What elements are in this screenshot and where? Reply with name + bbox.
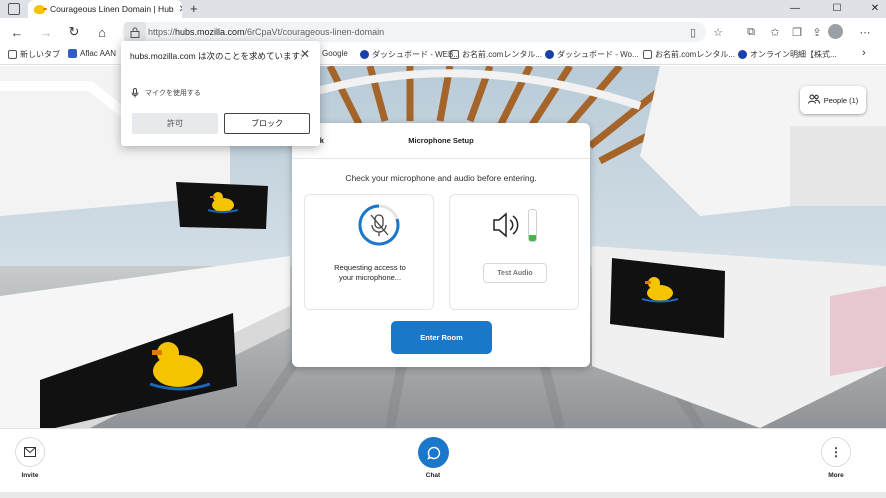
invite-label: Invite [21, 472, 39, 479]
duck-favicon-icon [34, 4, 47, 14]
chat-button[interactable] [418, 437, 449, 468]
url-prefix: https:// [148, 27, 176, 37]
bookmark-item[interactable]: ダッシュボード - Wo... [545, 49, 639, 60]
people-button[interactable]: People (1) [800, 86, 866, 114]
url-path: /6rCpaVt/courageous-linen-domain [244, 27, 385, 37]
microphone-pane: Requesting access to your microphone... [304, 194, 434, 310]
tab-actions-icon[interactable] [8, 3, 20, 15]
minimize-button[interactable]: — [786, 0, 804, 16]
audio-level-meter [528, 209, 537, 242]
invite-button[interactable] [15, 437, 45, 467]
envelope-icon [24, 447, 36, 457]
setup-prompt: Check your microphone and audio before e… [345, 173, 537, 183]
tab-strip: Courageous Linen Domain | Hub ✕ + — ☐ ✕ [0, 0, 886, 18]
mic-permission-popup: hubs.mozilla.com は次のことを求めています: ✕ マイクを使用す… [121, 41, 320, 146]
close-icon[interactable]: ✕ [300, 47, 310, 61]
microphone-setup-modal: Microphone Setup Back Check your microph… [292, 123, 590, 367]
microphone-icon [131, 88, 139, 98]
home-icon[interactable]: ⌂ [93, 23, 111, 41]
page-icon [8, 50, 17, 59]
permission-title: hubs.mozilla.com は次のことを求めています: [130, 51, 303, 61]
bank-icon [738, 50, 747, 59]
tab-title: Courageous Linen Domain | Hub [50, 4, 174, 14]
browser-tab[interactable]: Courageous Linen Domain | Hub ✕ [28, 0, 182, 18]
block-button[interactable]: ブロック [224, 113, 310, 134]
aflac-icon [68, 49, 77, 58]
more-vertical-icon: ⋮ [830, 445, 842, 459]
chat-label: Chat [425, 472, 441, 479]
microphone-muted-icon [358, 204, 400, 246]
tab-close-icon[interactable]: ✕ [179, 4, 182, 15]
bookmark-item[interactable]: Google [322, 49, 348, 58]
reader-mode-icon[interactable]: ▯ [684, 23, 702, 41]
speaker-icon [493, 212, 519, 238]
bookmark-item[interactable]: 新しいタブ [8, 49, 60, 60]
people-label: People (1) [823, 95, 859, 105]
favorites-icon[interactable]: ✩ [766, 23, 784, 41]
bookmark-item[interactable]: オンライン明細【株式... [738, 49, 837, 60]
address-bar[interactable]: https://hubs.mozilla.com/6rCpaVt/courage… [122, 22, 706, 42]
chat-bubble-icon [426, 446, 440, 460]
back-arrow-icon[interactable]: ← [8, 23, 26, 41]
site-permission-icon[interactable] [124, 22, 146, 42]
bookmarks-overflow-icon[interactable]: › [862, 47, 866, 59]
favorite-star-icon[interactable]: ☆ [709, 23, 727, 41]
split-screen-icon[interactable]: ⧉ [742, 23, 760, 41]
collections-icon[interactable]: ❐ [788, 23, 806, 41]
more-label: More [828, 472, 844, 479]
url-host: hubs.mozilla.com [175, 27, 245, 37]
test-audio-button[interactable]: Test Audio [483, 263, 547, 283]
reload-icon[interactable]: ↻ [65, 23, 83, 41]
page-icon [643, 50, 652, 59]
maximize-button[interactable]: ☐ [828, 0, 846, 16]
more-button[interactable]: ⋮ [821, 437, 851, 467]
forward-arrow-icon[interactable]: → [37, 23, 55, 41]
permission-item: マイクを使用する [131, 88, 201, 98]
people-icon [807, 94, 820, 106]
close-window-button[interactable]: ✕ [866, 0, 884, 16]
settings-more-icon[interactable]: ⋯ [856, 23, 874, 41]
new-tab-button[interactable]: + [190, 1, 198, 16]
wordpress-icon [360, 50, 369, 59]
page-icon [450, 50, 459, 59]
bookmark-item[interactable]: ダッシュボード - WEB... [360, 49, 460, 60]
modal-title: Microphone Setup [292, 123, 590, 159]
bookmark-item[interactable]: お名前.comレンタル... [450, 49, 542, 60]
enter-room-button[interactable]: Enter Room [391, 321, 492, 354]
audio-level-fill [529, 235, 536, 241]
wordpress-icon [545, 50, 554, 59]
audio-pane: Test Audio [449, 194, 579, 310]
os-taskbar [0, 492, 886, 498]
share-icon[interactable]: ⇪ [808, 23, 826, 41]
allow-button[interactable]: 許可 [132, 113, 218, 134]
profile-avatar[interactable] [828, 24, 843, 39]
bookmark-item[interactable]: お名前.comレンタル... [643, 49, 735, 60]
bookmark-item[interactable]: Aflac AAN [68, 49, 116, 58]
mic-status-text: Requesting access to your microphone... [334, 263, 406, 282]
